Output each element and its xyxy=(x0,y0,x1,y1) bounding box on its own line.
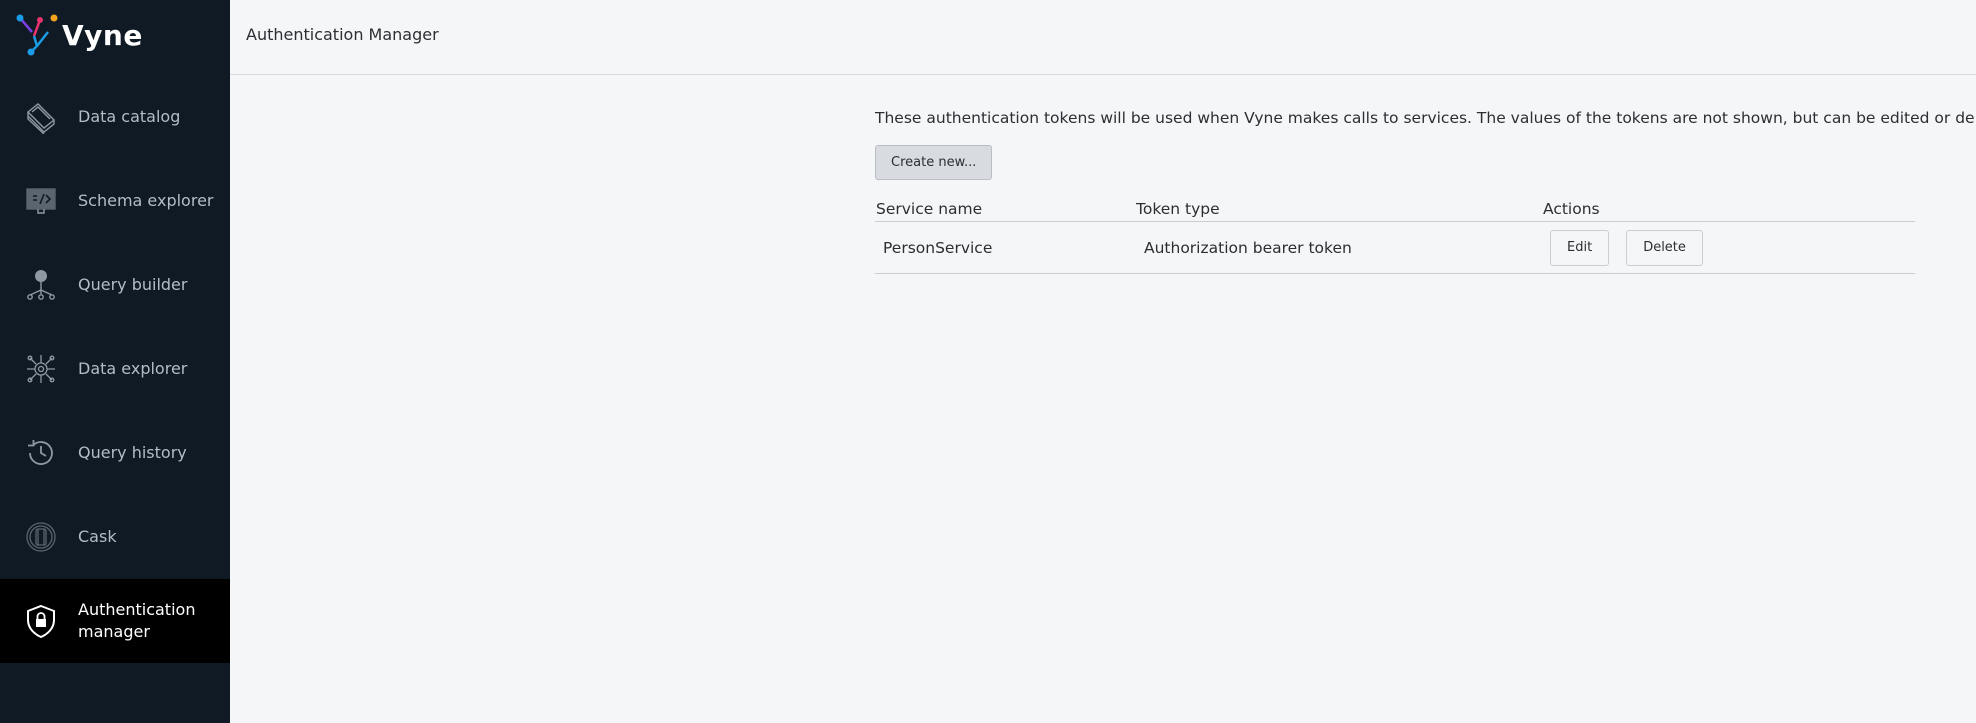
column-header-service-name: Service name xyxy=(876,200,983,218)
svg-text:?: ? xyxy=(38,273,43,283)
sidebar-item-query-history[interactable]: Query history xyxy=(0,411,230,495)
sidebar-item-data-explorer[interactable]: Data explorer xyxy=(0,327,230,411)
sidebar-item-label: Query history xyxy=(78,443,187,462)
tokens-table: Service name Token type Actions PersonSe… xyxy=(875,200,1915,274)
app-name: Vyne xyxy=(62,18,143,52)
sidebar: Vyne Data catalog Schema explorer ? Quer… xyxy=(0,0,230,723)
column-header-actions: Actions xyxy=(1543,200,1600,218)
sidebar-item-data-catalog[interactable]: Data catalog xyxy=(0,75,230,159)
table-row: PersonService Authorization bearer token… xyxy=(875,222,1915,274)
column-header-token-type: Token type xyxy=(1136,200,1220,218)
app-logo[interactable]: Vyne xyxy=(14,12,143,58)
question-tree-icon: ? xyxy=(24,268,58,302)
actions-cell: Edit Delete xyxy=(1543,229,1703,266)
sidebar-item-label: Cask xyxy=(78,527,117,546)
vyne-logo-icon xyxy=(16,14,58,56)
sidebar-item-label: Data catalog xyxy=(78,107,181,126)
book-stack-icon xyxy=(24,100,58,134)
create-new-button[interactable]: Create new... xyxy=(875,145,993,180)
history-clock-icon xyxy=(24,436,58,470)
sidebar-item-schema-explorer[interactable]: Schema explorer xyxy=(0,159,230,243)
sidebar-item-label: Authentication manager xyxy=(78,600,196,641)
shield-lock-icon xyxy=(24,604,58,638)
description-text: These authentication tokens will be used… xyxy=(875,109,1976,127)
sidebar-item-label: Data explorer xyxy=(78,359,188,378)
sidebar-item-label: Query builder xyxy=(78,275,188,294)
sidebar-item-authentication-manager[interactable]: Authentication manager xyxy=(0,579,230,663)
token-type-cell: Authorization bearer token xyxy=(1144,238,1352,257)
cask-icon xyxy=(24,520,58,554)
main-content: These authentication tokens will be used… xyxy=(875,100,1976,274)
delete-button[interactable]: Delete xyxy=(1626,229,1703,266)
sidebar-item-label: Schema explorer xyxy=(78,191,214,210)
sidebar-item-cask[interactable]: Cask xyxy=(0,495,230,579)
sidebar-item-query-builder[interactable]: ? Query builder xyxy=(0,243,230,327)
page-title: Authentication Manager xyxy=(246,25,439,44)
service-name-cell: PersonService xyxy=(883,238,993,257)
table-header: Service name Token type Actions xyxy=(875,200,1915,222)
network-target-icon xyxy=(24,352,58,386)
page-header: Authentication Manager xyxy=(230,0,1976,75)
monitor-code-icon xyxy=(24,184,58,218)
edit-button[interactable]: Edit xyxy=(1550,229,1610,266)
